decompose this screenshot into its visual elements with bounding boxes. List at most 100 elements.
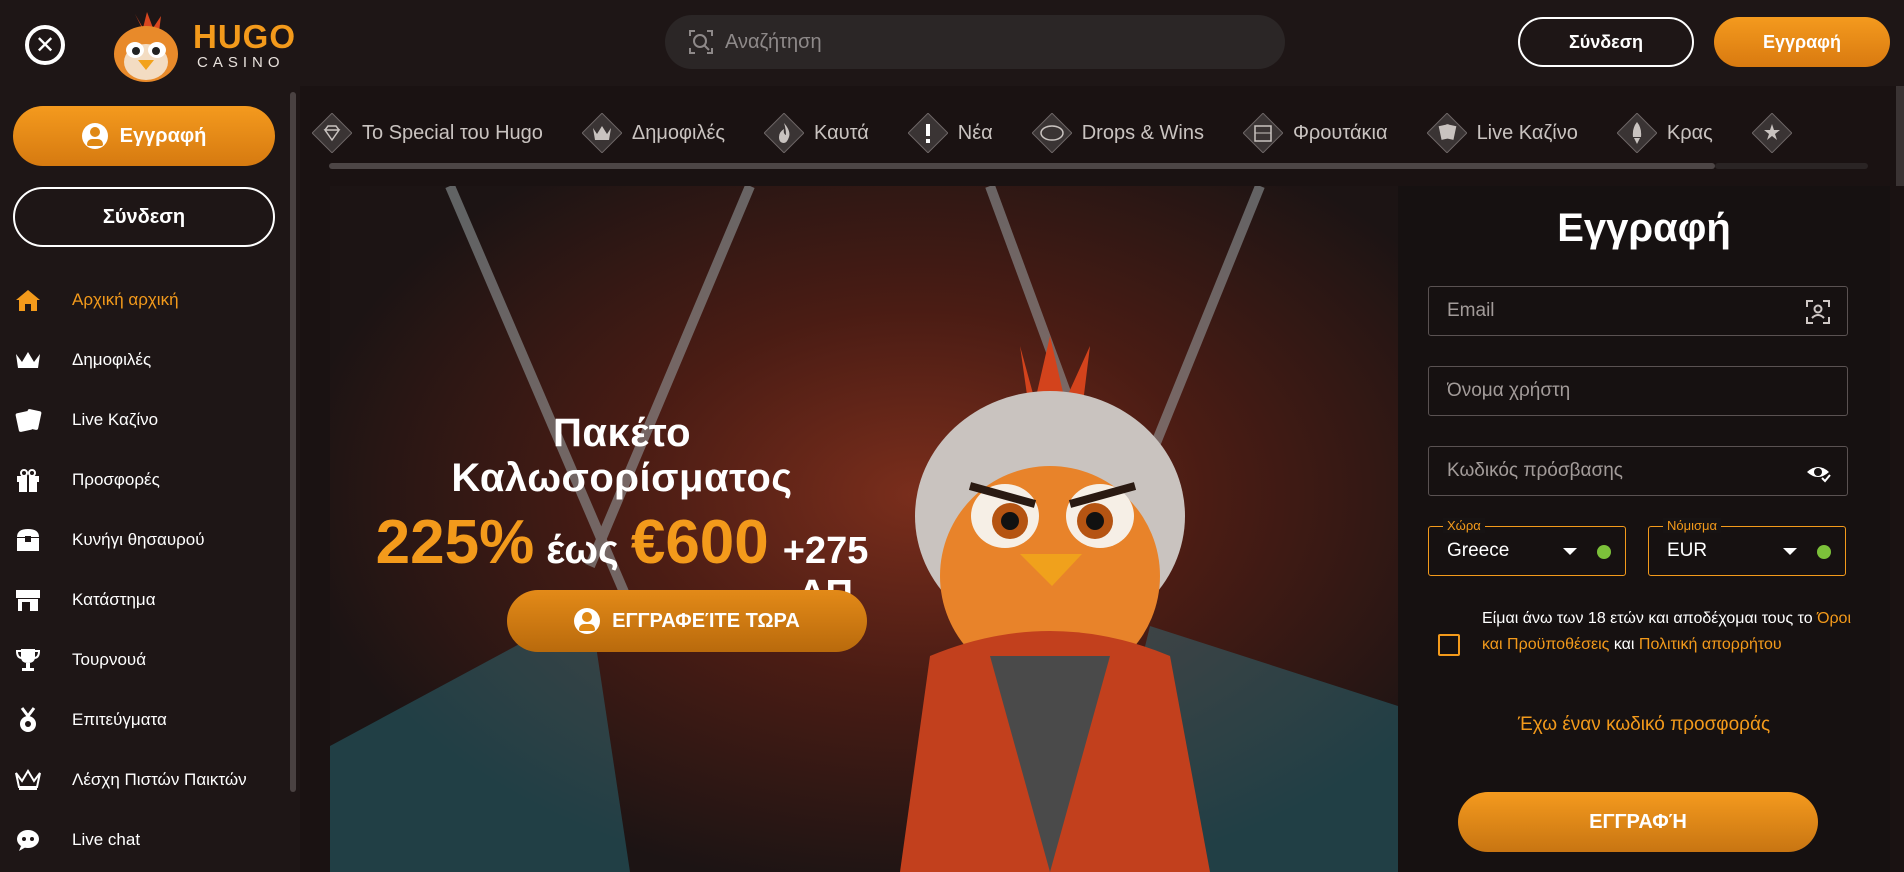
sidebar-login-button[interactable]: Σύνδεση — [13, 187, 275, 247]
brand-name: HUGO — [193, 18, 296, 55]
sidebar-item-store[interactable]: Κατάστημα — [0, 570, 290, 630]
chevron-down-icon — [1783, 548, 1797, 555]
banner-register-now-button[interactable]: ΕΓΓΡΑΦΕΊΤΕ ΤΩΡΑ — [507, 590, 867, 652]
star-cart-icon — [1750, 111, 1794, 155]
cards-icon — [1425, 111, 1469, 155]
sidebar-item-label: Κατάστημα — [72, 590, 156, 609]
sidebar-item-loyalty-club[interactable]: Λέσχη Πιστών Παικτών — [0, 750, 290, 810]
diamond-icon — [310, 111, 354, 155]
currency-label: Νόμισμα — [1663, 518, 1722, 533]
username-field[interactable] — [1447, 380, 1807, 402]
category-live-casino[interactable]: Live Καζίνο — [1425, 111, 1578, 155]
category-hot[interactable]: Καυτά — [762, 111, 869, 155]
country-label: Χώρα — [1443, 518, 1485, 533]
category-label: Καυτά — [814, 121, 869, 144]
user-icon — [574, 608, 601, 634]
email-field-wrap — [1428, 286, 1848, 336]
crown-icon — [14, 346, 42, 374]
category-scrollbar-track — [1715, 163, 1868, 169]
user-icon — [81, 123, 108, 149]
banner-percent: 225% — [375, 508, 535, 577]
category-slots[interactable]: Φρουτάκια — [1241, 111, 1388, 155]
country-value: Greece — [1447, 540, 1510, 561]
sidebar-item-popular[interactable]: Δημοφιλές — [0, 330, 290, 390]
sidebar-nav: Αρχική αρχική Δημοφιλές Live Καζίνο Προσ… — [0, 270, 290, 870]
banner-cta-label: ΕΓΓΡΑΦΕΊΤΕ ΤΩΡΑ — [612, 609, 800, 632]
promo-code-link[interactable]: Έχω έναν κωδικό προσφοράς — [1398, 714, 1890, 736]
sidebar: Εγγραφή Σύνδεση Αρχική αρχική Δημοφιλές … — [0, 86, 300, 872]
search-icon — [689, 30, 713, 54]
slot-icon — [1241, 111, 1285, 155]
age-terms-checkbox[interactable] — [1438, 634, 1460, 656]
currency-select[interactable]: Νόμισμα EUR — [1648, 518, 1846, 576]
sidebar-item-promotions[interactable]: Προσφορές — [0, 450, 290, 510]
rocket-icon — [1615, 111, 1659, 155]
search-bar[interactable] — [665, 15, 1285, 69]
category-popular[interactable]: Δημοφιλές — [580, 111, 725, 155]
header-register-button[interactable]: Εγγραφή — [1714, 17, 1890, 67]
category-hugo-special[interactable]: Το Special του Hugo — [310, 111, 543, 155]
sidebar-item-treasure-hunt[interactable]: Κυνήγι θησαυρού — [0, 510, 290, 570]
sidebar-item-label: Επιτεύγματα — [72, 710, 167, 729]
country-select[interactable]: Χώρα Greece — [1428, 518, 1626, 576]
sidebar-item-label: Κυνήγι θησαυρού — [72, 530, 205, 549]
store-icon — [14, 586, 42, 614]
category-more[interactable] — [1750, 111, 1802, 155]
category-scrollbar[interactable] — [329, 163, 1715, 169]
sidebar-register-label: Εγγραφή — [119, 124, 207, 147]
chevron-down-icon — [1563, 548, 1577, 555]
category-label: Νέα — [957, 121, 993, 144]
promo-banner: Πακέτο Καλωσορίσματος 225% έως €600 +275… — [330, 186, 1398, 872]
age-terms-text: Είμαι άνω των 18 ετών και αποδέχομαι του… — [1482, 606, 1872, 658]
close-icon[interactable]: ✕ — [25, 25, 65, 65]
email-field[interactable] — [1447, 300, 1807, 322]
category-new[interactable]: Νέα — [906, 111, 993, 155]
search-input[interactable] — [725, 30, 1225, 54]
brand-logo[interactable]: HUGO CASINO — [105, 6, 295, 86]
page-scrollbar[interactable] — [1896, 86, 1904, 186]
user-scan-icon — [1806, 300, 1830, 324]
agree-prefix: Είμαι άνω των 18 ετών και αποδέχομαι του… — [1482, 610, 1813, 627]
treasure-chest-icon — [14, 526, 42, 554]
category-label: Φρουτάκια — [1292, 121, 1388, 144]
sidebar-item-live-chat[interactable]: Live chat — [0, 810, 290, 870]
medal-icon — [14, 706, 42, 734]
top-header: ✕ HUGO CASINO Σύνδεση Εγγραφή — [0, 0, 1904, 86]
category-label: Live Καζίνο — [1476, 121, 1578, 144]
register-submit-button[interactable]: ΕΓΓΡΑΦΉ — [1458, 792, 1818, 852]
banner-upto: έως — [546, 528, 619, 572]
gift-icon — [14, 466, 42, 494]
eye-icon[interactable] — [1805, 459, 1831, 485]
agree-and: και — [1613, 636, 1635, 653]
currency-value: EUR — [1667, 540, 1708, 561]
sidebar-item-home[interactable]: Αρχική αρχική — [0, 270, 290, 330]
category-drops-wins[interactable]: Drops & Wins — [1030, 111, 1204, 155]
check-icon — [1597, 545, 1611, 559]
privacy-link[interactable]: Πολιτική απορρήτου — [1639, 636, 1782, 653]
check-icon — [1817, 545, 1831, 559]
header-login-button[interactable]: Σύνδεση — [1518, 17, 1694, 67]
category-label: Κρας — [1666, 121, 1713, 144]
drops-wins-icon — [1030, 111, 1074, 155]
banner-hero-text: Πακέτο Καλωσορίσματος 225% έως €600 +275… — [376, 411, 869, 616]
password-field[interactable] — [1447, 460, 1807, 482]
sidebar-item-tournaments[interactable]: Τουρνουά — [0, 630, 290, 690]
crown-icon — [580, 111, 624, 155]
chat-icon — [14, 826, 42, 854]
banner-amount: €600 — [630, 508, 769, 577]
sidebar-item-label: Προσφορές — [72, 470, 160, 489]
category-crash[interactable]: Κρας — [1615, 111, 1713, 155]
sidebar-register-button[interactable]: Εγγραφή — [13, 106, 275, 166]
sidebar-item-label: Τουρνουά — [72, 650, 147, 669]
username-field-wrap — [1428, 366, 1848, 416]
sidebar-item-label: Αρχική αρχική — [72, 290, 179, 309]
category-label: Δημοφιλές — [631, 121, 726, 144]
sidebar-item-live-casino[interactable]: Live Καζίνο — [0, 390, 290, 450]
brand-subtitle: CASINO — [197, 54, 285, 71]
password-field-wrap — [1428, 446, 1848, 496]
category-bar: Το Special του Hugo Δημοφιλές Καυτά Νέα … — [310, 96, 1904, 170]
trophy-icon — [14, 646, 42, 674]
sidebar-item-label: Λέσχη Πιστών Παικτών — [72, 770, 247, 789]
sidebar-item-achievements[interactable]: Επιτεύγματα — [0, 690, 290, 750]
sidebar-scrollbar[interactable] — [290, 92, 296, 792]
